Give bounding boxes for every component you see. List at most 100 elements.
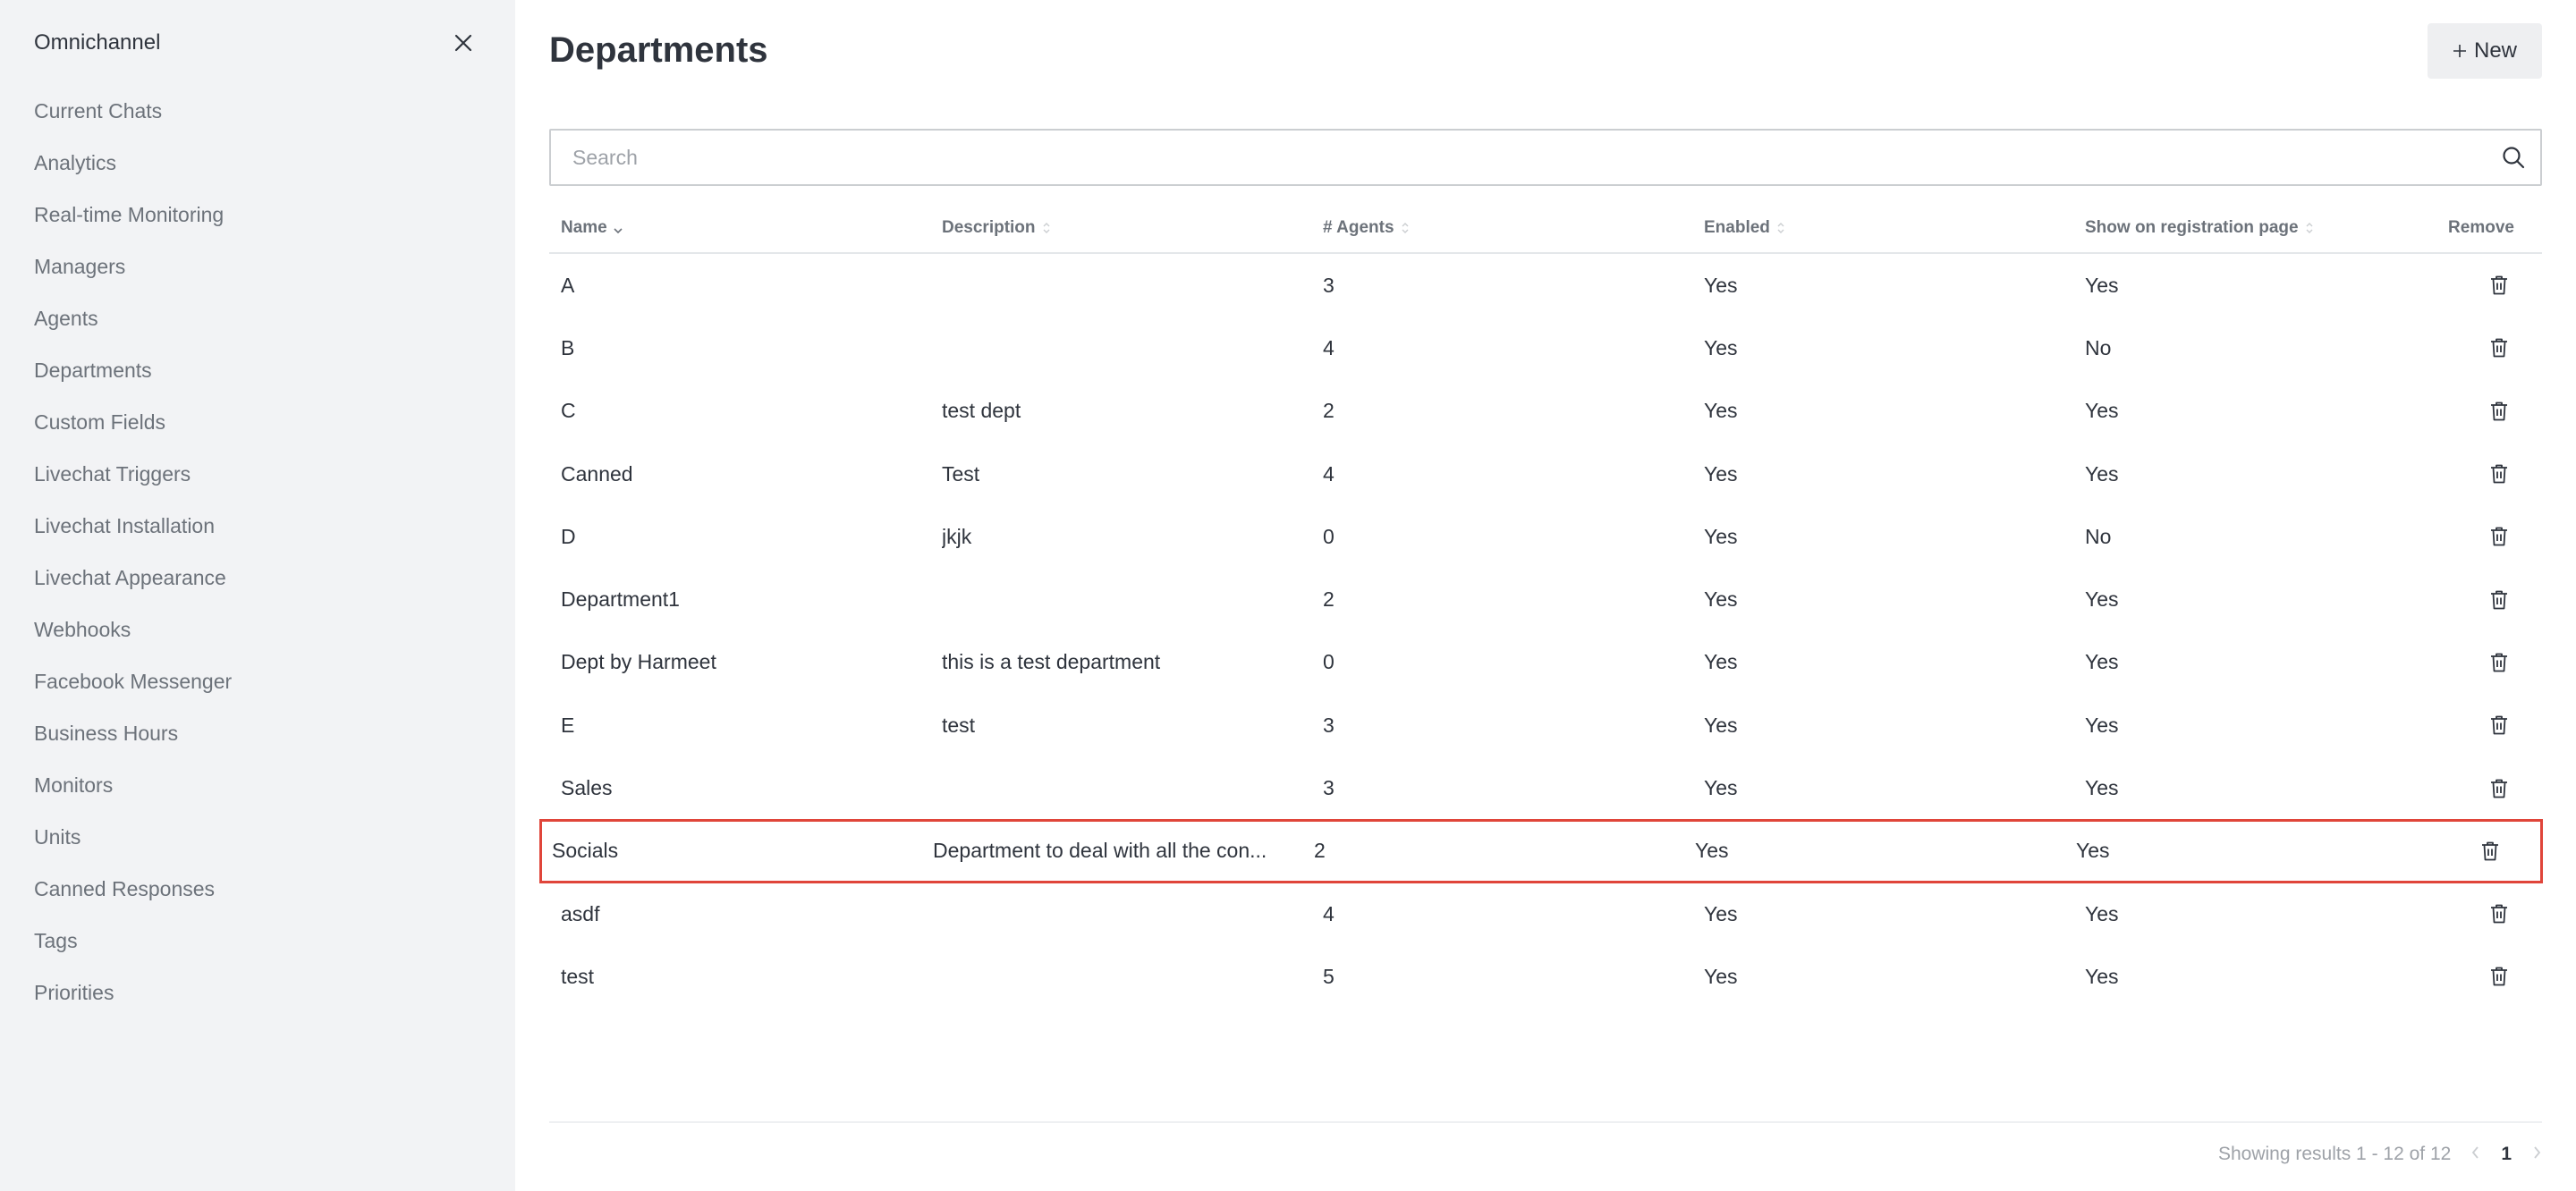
remove-department-button[interactable] xyxy=(2483,458,2515,490)
trash-icon xyxy=(2491,715,2507,735)
table-row[interactable]: Department1 2 Yes Yes xyxy=(549,568,2542,630)
sidebar-item-analytics[interactable]: Analytics xyxy=(0,137,515,189)
remove-department-button[interactable] xyxy=(2483,584,2515,616)
trash-icon xyxy=(2491,590,2507,610)
new-department-button[interactable]: New xyxy=(2428,23,2542,79)
cell-show-on-registration: Yes xyxy=(2085,273,2119,297)
table-row[interactable]: Djkjk 0 Yes No xyxy=(549,505,2542,568)
cell-agents: 5 xyxy=(1323,964,1335,988)
cell-enabled: Yes xyxy=(1704,650,1738,674)
cell-show-on-registration: No xyxy=(2085,524,2112,548)
table-row[interactable]: Canned Test 4 Yes Yes xyxy=(549,443,2542,505)
cell-agents: 0 xyxy=(1323,524,1335,548)
cell-agents: 2 xyxy=(1314,839,1326,863)
column-header-enabled[interactable]: Enabled xyxy=(1704,218,2062,238)
remove-department-button[interactable] xyxy=(2483,520,2515,553)
column-header-agents[interactable]: # Agents xyxy=(1323,218,1681,238)
table-row[interactable]: asdf 4 Yes Yes xyxy=(549,883,2542,945)
sidebar-item-real-time-monitoring[interactable]: Real-time Monitoring xyxy=(0,189,515,241)
cell-enabled: Yes xyxy=(1704,713,1738,737)
cell-remove xyxy=(2454,332,2544,364)
sidebar-item-canned-responses[interactable]: Canned Responses xyxy=(0,863,515,915)
table-row[interactable]: Ctest dept 2 Yes Yes xyxy=(549,380,2542,443)
chevron-right-icon xyxy=(2534,1146,2541,1159)
cell-enabled: Yes xyxy=(1704,461,1738,486)
next-page-button[interactable] xyxy=(2531,1143,2542,1166)
column-header-name[interactable]: Name xyxy=(561,218,928,238)
table-row[interactable]: test 5 Yes Yes xyxy=(549,945,2542,1008)
cell-remove xyxy=(2454,395,2544,427)
remove-department-button[interactable] xyxy=(2483,773,2515,805)
cell-enabled: Yes xyxy=(1704,964,1738,988)
cell-agents: 2 xyxy=(1323,399,1335,423)
cell-agents: 2 xyxy=(1323,587,1335,612)
cell-name: asdf xyxy=(561,901,600,925)
column-header-remove: Remove xyxy=(2448,218,2514,237)
trash-icon xyxy=(2491,653,2507,672)
sidebar-item-facebook-messenger[interactable]: Facebook Messenger xyxy=(0,655,515,707)
table-row[interactable]: Etest 3 Yes Yes xyxy=(549,694,2542,756)
cell-remove xyxy=(2445,835,2535,867)
plus-icon xyxy=(2453,45,2466,57)
cell-agents: 4 xyxy=(1323,335,1335,359)
cell-name: test xyxy=(561,964,595,988)
sidebar-item-livechat-installation[interactable]: Livechat Installation xyxy=(0,500,515,552)
sidebar-item-monitors[interactable]: Monitors xyxy=(0,759,515,811)
cell-name: Socials xyxy=(552,839,619,863)
cell-enabled: Yes xyxy=(1704,587,1738,612)
table-row[interactable]: Sales 3 Yes Yes xyxy=(549,756,2542,819)
table-row[interactable]: B 4 Yes No xyxy=(549,317,2542,379)
remove-department-button[interactable] xyxy=(2483,960,2515,992)
remove-department-button[interactable] xyxy=(2483,898,2515,930)
sidebar-item-business-hours[interactable]: Business Hours xyxy=(0,707,515,759)
prev-page-button[interactable] xyxy=(2470,1143,2481,1166)
remove-department-button[interactable] xyxy=(2483,646,2515,679)
column-header-label: Description xyxy=(942,218,1036,237)
search-icon[interactable] xyxy=(2487,131,2540,184)
sidebar-item-priorities[interactable]: Priorities xyxy=(0,967,515,1018)
page-title: Departments xyxy=(549,30,768,70)
cell-enabled: Yes xyxy=(1695,839,1729,863)
cell-description: test xyxy=(942,713,976,737)
page-number-button[interactable]: 1 xyxy=(2501,1144,2512,1165)
column-header-label: Name xyxy=(561,218,607,237)
cell-agents: 4 xyxy=(1323,901,1335,925)
table-row-highlighted[interactable]: Socials Department to deal with all the c… xyxy=(539,818,2543,883)
cell-show-on-registration: Yes xyxy=(2085,964,2119,988)
column-header-label: # Agents xyxy=(1323,218,1394,237)
table-row[interactable]: Dept by Harmeet this is a test department… xyxy=(549,631,2542,694)
cell-show-on-registration: Yes xyxy=(2076,839,2110,863)
sidebar-item-units[interactable]: Units xyxy=(0,811,515,863)
search-input[interactable] xyxy=(551,131,2487,184)
sidebar-item-webhooks[interactable]: Webhooks xyxy=(0,604,515,655)
cell-show-on-registration: No xyxy=(2085,335,2112,359)
sidebar-item-custom-fields[interactable]: Custom Fields xyxy=(0,396,515,448)
sidebar-item-current-chats[interactable]: Current Chats xyxy=(0,85,515,137)
sidebar-item-managers[interactable]: Managers xyxy=(0,241,515,292)
column-header-show-on-registration[interactable]: Show on registration page xyxy=(2085,218,2443,238)
sidebar-item-livechat-triggers[interactable]: Livechat Triggers xyxy=(0,448,515,500)
sidebar-item-tags[interactable]: Tags xyxy=(0,915,515,967)
table-divider xyxy=(549,1121,2542,1123)
trash-icon xyxy=(2491,904,2507,924)
sidebar-item-departments[interactable]: Departments xyxy=(0,344,515,396)
remove-department-button[interactable] xyxy=(2483,395,2515,427)
column-header-description[interactable]: Description xyxy=(942,218,1300,238)
close-sidebar-button[interactable] xyxy=(445,25,481,61)
sidebar-item-agents[interactable]: Agents xyxy=(0,292,515,344)
remove-department-button[interactable] xyxy=(2483,709,2515,741)
cell-description: this is a test department xyxy=(942,650,1161,674)
cell-name: B xyxy=(561,335,575,359)
table-header: Name Description # Agents Enabled Show o… xyxy=(549,204,2542,254)
remove-department-button[interactable] xyxy=(2483,269,2515,301)
sidebar-item-livechat-appearance[interactable]: Livechat Appearance xyxy=(0,552,515,604)
cell-agents: 3 xyxy=(1323,273,1335,297)
remove-department-button[interactable] xyxy=(2474,835,2506,867)
cell-name: D xyxy=(561,524,576,548)
cell-description: test dept xyxy=(942,399,1021,423)
cell-show-on-registration: Yes xyxy=(2085,461,2119,486)
close-icon xyxy=(454,34,472,52)
column-header-label: Show on registration page xyxy=(2085,218,2299,237)
remove-department-button[interactable] xyxy=(2483,332,2515,364)
table-row[interactable]: A 3 Yes Yes xyxy=(549,254,2542,317)
